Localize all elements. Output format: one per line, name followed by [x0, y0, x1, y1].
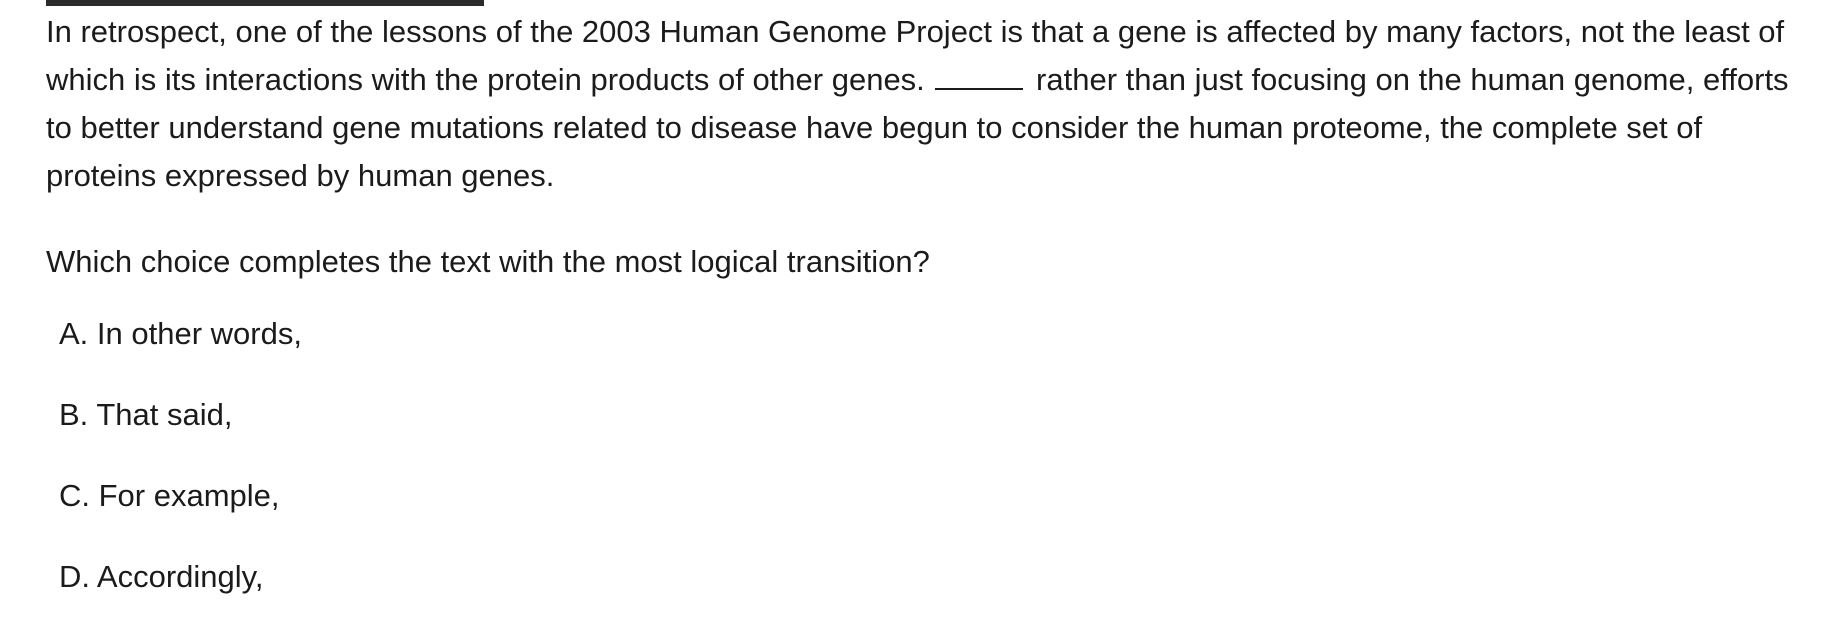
choice-text: For example,: [98, 478, 280, 513]
choice-text: In other words,: [96, 316, 302, 351]
choice-text: That said,: [96, 397, 233, 432]
top-divider-bar: [46, 0, 484, 6]
choice-letter: C.: [59, 478, 90, 513]
passage-text: In retrospect, one of the lessons of the…: [46, 8, 1806, 200]
question-prompt: Which choice completes the text with the…: [46, 244, 930, 279]
answer-choices: A. In other words, B. That said, C. For …: [59, 312, 302, 636]
choice-letter: D.: [59, 559, 90, 594]
choice-letter: B.: [59, 397, 89, 432]
answer-blank: [935, 88, 1024, 90]
choice-d[interactable]: D. Accordingly,: [59, 555, 302, 599]
choice-a[interactable]: A. In other words,: [59, 312, 302, 356]
choice-letter: A.: [59, 316, 89, 351]
choice-text: Accordingly,: [96, 559, 264, 594]
choice-b[interactable]: B. That said,: [59, 393, 302, 437]
choice-c[interactable]: C. For example,: [59, 474, 302, 518]
